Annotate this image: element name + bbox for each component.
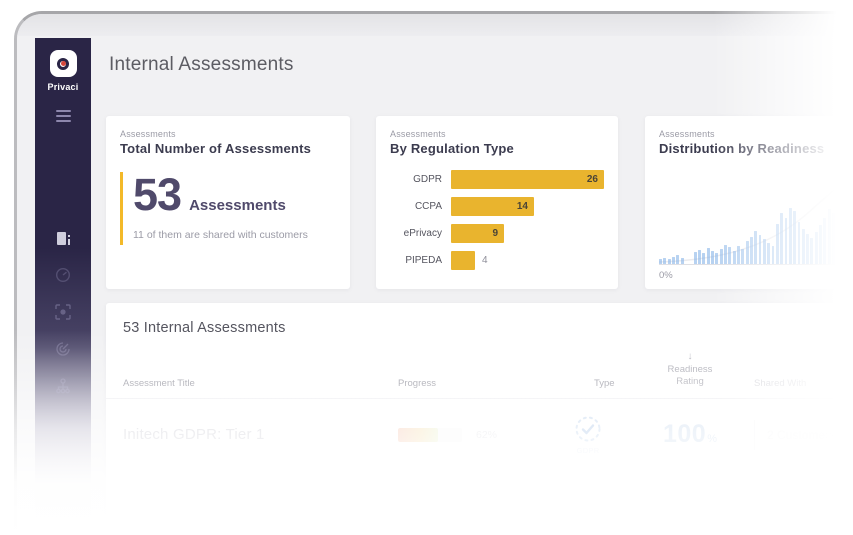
card-total-assessments: Assessments Total Number of Assessments …	[106, 116, 350, 289]
marketing-stage: Privaci Internal A	[0, 0, 853, 535]
regulation-bar-row: GDPR26	[390, 170, 604, 189]
axis-start-label: 0%	[659, 270, 673, 281]
col-assessment-title[interactable]: Assessment Title	[123, 378, 398, 389]
sidebar: Privaci	[35, 38, 91, 535]
shared-with-cell: 2 Customers	[744, 420, 853, 450]
card-title: Total Number of Assessments	[120, 141, 336, 156]
menu-icon[interactable]	[56, 110, 71, 122]
col-progress[interactable]: Progress	[398, 378, 556, 389]
regulation-bar-row: ePrivacy9	[390, 224, 604, 243]
col-readiness-rating[interactable]: ↓ Readiness Rating	[636, 350, 744, 389]
progress-fill	[398, 428, 438, 442]
assessments-table-card: 53 Internal Assessments Assessment Title…	[106, 303, 853, 535]
sort-descending-icon[interactable]: ↓	[636, 350, 744, 363]
type-cell: GDPR	[556, 415, 620, 455]
card-eyebrow: Assessments	[659, 129, 853, 139]
total-subtitle: 11 of them are shared with customers	[133, 229, 308, 241]
verified-check-icon	[574, 415, 602, 443]
page-title: Internal Assessments	[109, 54, 294, 76]
assessments-list-icon[interactable]	[55, 230, 71, 246]
gauge-icon[interactable]	[55, 267, 71, 283]
cell-divider	[754, 420, 755, 450]
app-window: Privaci Internal A	[14, 11, 853, 535]
card-by-regulation: Assessments By Regulation Type GDPR26 CCP…	[376, 116, 618, 289]
progress-label: 62%	[476, 429, 497, 441]
card-title: By Regulation Type	[390, 141, 604, 156]
shared-with-value: 2 Customers	[767, 428, 835, 442]
regulation-bar-row: PIPEDA4	[390, 251, 604, 270]
progress-cell: 62%	[398, 428, 556, 442]
card-eyebrow: Assessments	[390, 129, 604, 139]
table-header-row: Assessment Title Progress Type ↓ Readine…	[106, 350, 853, 399]
sidebar-nav	[55, 230, 71, 394]
accent-line	[120, 172, 123, 245]
table-title: 53 Internal Assessments	[106, 303, 853, 336]
hierarchy-icon[interactable]	[55, 378, 71, 394]
total-count: 53	[133, 174, 181, 217]
col-shared-with[interactable]: Shared With	[744, 378, 853, 389]
readiness-cell: 100%	[636, 420, 744, 449]
type-label: GDPR	[577, 446, 600, 455]
progress-bar	[398, 428, 462, 442]
scan-focus-icon[interactable]	[55, 304, 71, 320]
histogram-bars	[659, 173, 853, 264]
window-bezel	[17, 14, 853, 36]
privaci-logo-icon	[50, 50, 77, 77]
total-count-label: Assessments	[189, 197, 286, 214]
brand-name: Privaci	[48, 82, 79, 92]
target-icon[interactable]	[55, 341, 71, 357]
readiness-histogram	[659, 173, 853, 265]
readiness-value: 100	[663, 420, 706, 448]
card-title: Distribution by Readiness	[659, 141, 853, 156]
card-eyebrow: Assessments	[120, 129, 336, 139]
regulation-chart: GDPR26 CCPA14 ePrivacy9 PIPEDA4	[390, 170, 604, 270]
regulation-bar-row: CCPA14	[390, 197, 604, 216]
col-type[interactable]: Type	[556, 378, 636, 389]
table-row[interactable]: Initech GDPR: Tier 1 62% GDPR 100%	[106, 399, 853, 471]
readiness-unit: %	[707, 433, 717, 445]
card-distribution-readiness: Assessments Distribution by Readiness 0%	[645, 116, 853, 289]
assessment-title[interactable]: Initech GDPR: Tier 1	[123, 426, 398, 443]
